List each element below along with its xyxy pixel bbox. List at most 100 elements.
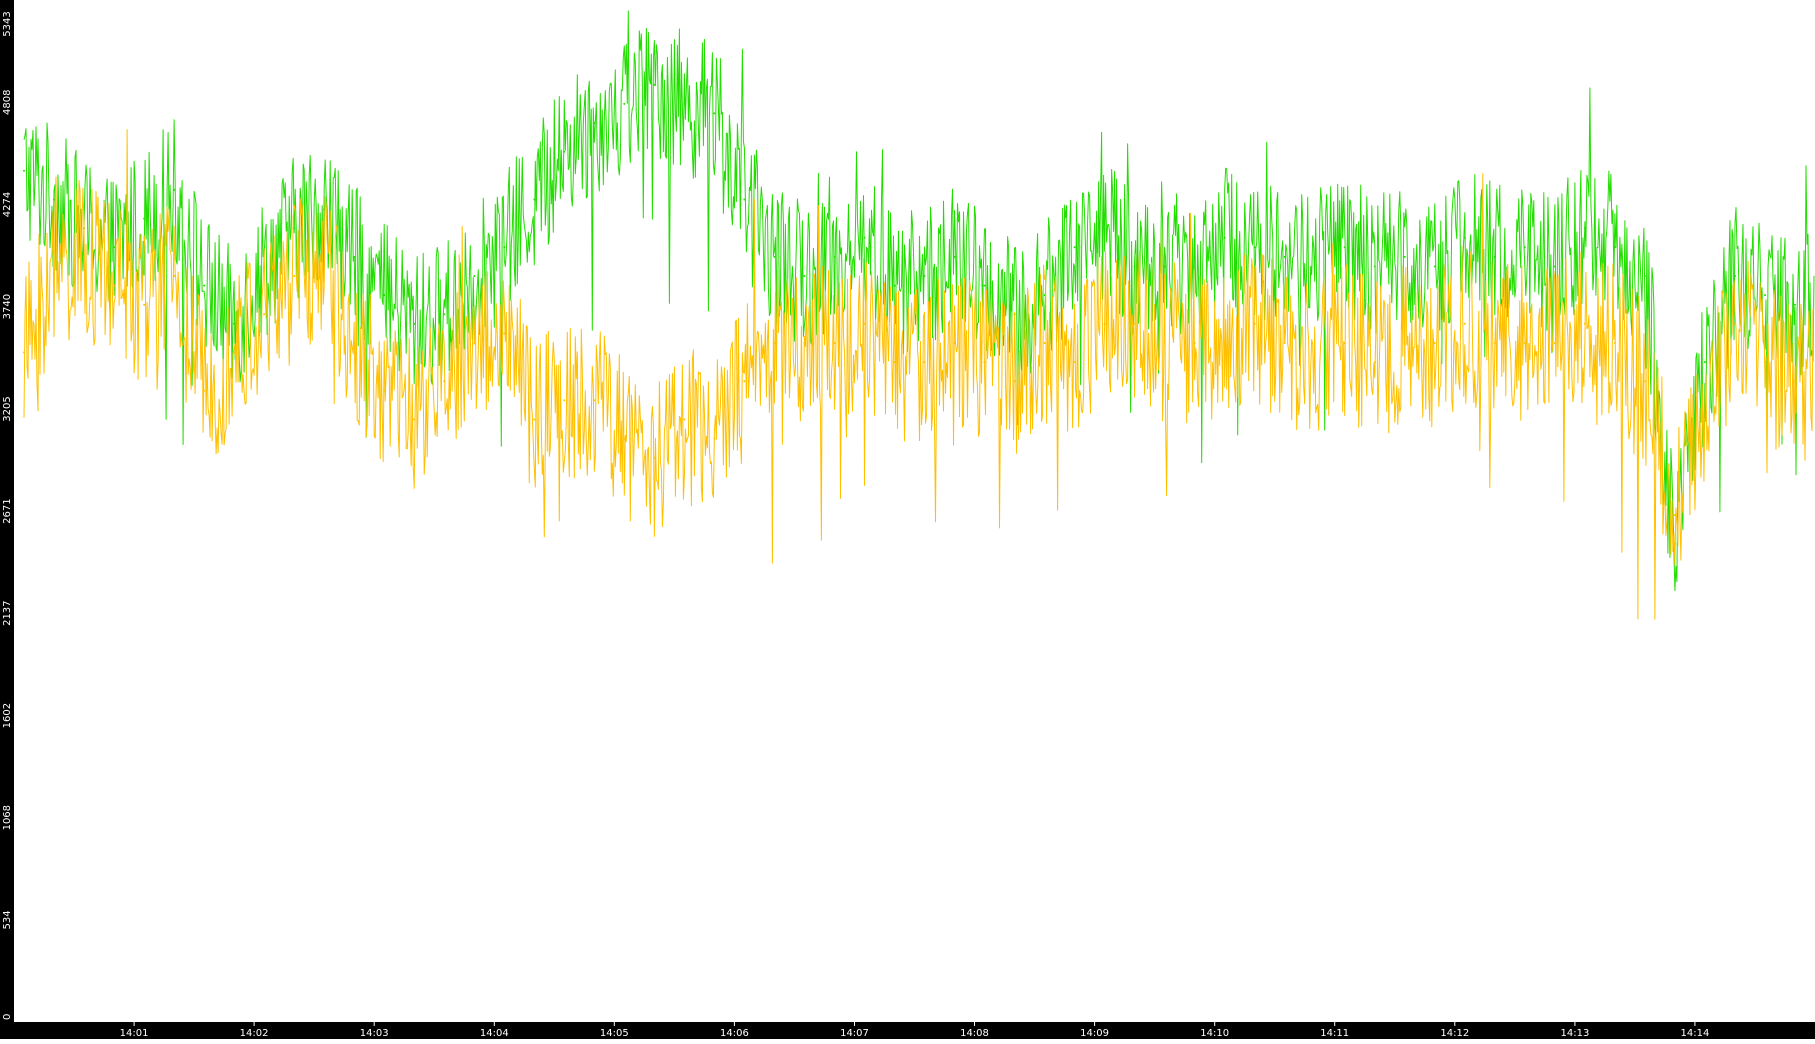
x-tick-label: 14:01	[120, 1028, 149, 1039]
series-1-point	[563, 399, 566, 402]
series-0-point	[1433, 265, 1436, 268]
series-0-point	[203, 284, 206, 287]
series-0-point	[1703, 361, 1706, 364]
series-0-point	[1794, 303, 1796, 306]
y-tick-label: 1068	[2, 805, 13, 830]
y-tick-label: 1602	[2, 703, 13, 728]
series-1-point	[1133, 322, 1136, 325]
series-1-point	[1493, 342, 1496, 344]
series-1-point	[23, 351, 25, 354]
series-1-point	[1163, 342, 1166, 344]
series-1-point	[623, 437, 626, 440]
series-0-point	[1283, 255, 1286, 258]
series-1-point	[293, 275, 296, 277]
series-1-point	[1433, 342, 1436, 344]
series-1-point	[143, 303, 146, 306]
series-0-point	[533, 198, 536, 201]
series-0-point	[623, 102, 626, 105]
series-0-point	[1163, 265, 1166, 268]
series-1-point	[1283, 342, 1286, 344]
series-1-point	[113, 284, 116, 287]
series-1-point	[473, 342, 476, 344]
series-1-point	[1673, 514, 1676, 517]
series-0-point	[173, 188, 176, 191]
series-1-point	[1523, 342, 1526, 344]
series-1-point	[503, 332, 506, 335]
series-1-point	[533, 418, 536, 421]
series-0-point	[1493, 255, 1496, 258]
series-1-point	[683, 418, 686, 421]
series-1-point	[1703, 418, 1706, 421]
series-1-point	[1073, 361, 1076, 364]
series-0-point	[1463, 236, 1466, 239]
series-0-point	[1764, 294, 1766, 297]
series-0-point	[1253, 246, 1256, 249]
series-1-point	[413, 418, 416, 421]
series-0-point	[1553, 265, 1556, 268]
x-tick-label: 14:06	[720, 1028, 749, 1039]
series-1-point	[1463, 322, 1466, 325]
y-tick-label: 2671	[2, 498, 13, 523]
series-1-point	[743, 380, 746, 383]
series-0-point	[803, 275, 806, 277]
series-0-point	[113, 246, 116, 249]
series-1-point	[893, 361, 896, 364]
series-1-point	[443, 380, 446, 383]
series-0-point	[1313, 255, 1316, 258]
x-tick-label: 14:05	[600, 1028, 629, 1039]
series-1-point	[1583, 322, 1586, 325]
series-1-point	[1103, 322, 1106, 325]
series-1-point	[1373, 361, 1376, 364]
y-tick-label: 0	[2, 1014, 13, 1020]
series-1-point	[773, 342, 776, 344]
series-0-point	[1613, 246, 1616, 249]
y-tick-label: 5343	[2, 11, 13, 36]
series-0-point	[1523, 246, 1526, 249]
series-0-point	[983, 284, 986, 287]
series-1-point	[863, 322, 866, 325]
y-tick-label: 3205	[2, 396, 13, 421]
y-tick-label: 3740	[2, 294, 13, 319]
series-0-point	[653, 83, 656, 86]
time-series-chart: 0 534 1068 1602 2137 2671 3205 3740 4274 4808 5343…	[0, 0, 1815, 1039]
series-1-point	[1403, 342, 1406, 344]
series-1-point	[353, 342, 356, 344]
series-0-point	[53, 198, 55, 201]
series-0-point	[1403, 255, 1406, 258]
series-1-point	[953, 342, 956, 344]
series-0-point	[503, 246, 506, 249]
series-1-point	[53, 275, 55, 277]
series-0-point	[413, 322, 416, 325]
series-1-point	[1013, 380, 1016, 383]
y-tick-label: 4274	[2, 192, 13, 217]
series-1-point	[1253, 322, 1256, 325]
x-tick-label: 14:08	[960, 1028, 989, 1039]
x-tick-label: 14:09	[1080, 1028, 1109, 1039]
series-1-point	[233, 351, 236, 354]
series-1-point	[1794, 380, 1796, 383]
series-0-point	[1103, 227, 1106, 230]
y-tick-label: 2137	[2, 600, 13, 625]
series-1-point	[383, 389, 386, 392]
series-0-point	[953, 255, 956, 258]
series-0-point	[713, 112, 716, 115]
x-tick-label: 14:11	[1320, 1028, 1349, 1039]
series-0-point	[1223, 236, 1226, 239]
series-0-point	[143, 217, 146, 220]
series-0-point	[353, 255, 356, 258]
series-1-point	[833, 342, 836, 344]
series-1-point	[923, 361, 926, 364]
series-0-point	[923, 275, 926, 277]
series-1-point	[323, 265, 326, 268]
x-tick-label: 14:12	[1440, 1028, 1469, 1039]
y-tick-label: 4808	[2, 90, 13, 115]
series-0-point	[743, 198, 746, 201]
series-1-point	[983, 361, 986, 364]
series-0-point	[1073, 246, 1076, 249]
series-0-point	[563, 150, 566, 153]
series-0-point	[1193, 255, 1196, 258]
x-tick-label: 14:10	[1200, 1028, 1229, 1039]
series-1-point	[713, 437, 716, 440]
series-0-point	[443, 313, 446, 316]
series-0-point	[833, 255, 836, 258]
